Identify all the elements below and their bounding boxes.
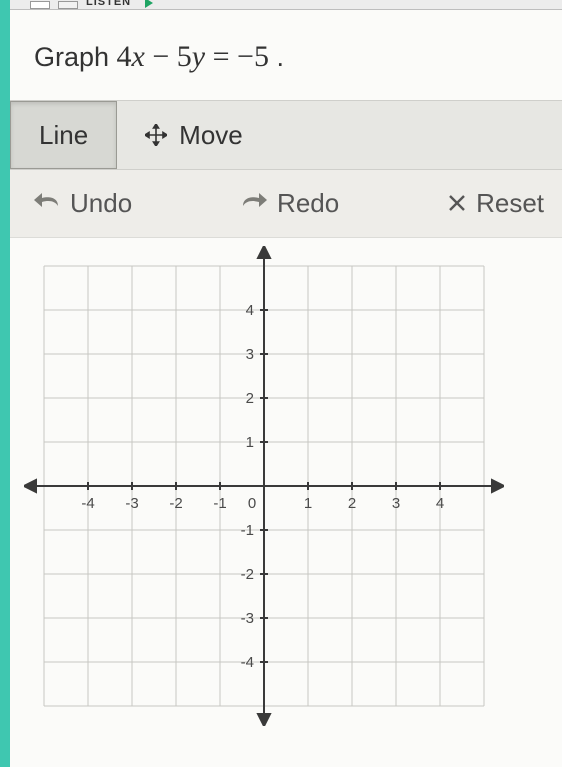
- y-tick-4: 4: [246, 302, 254, 319]
- y-tick--2: -2: [241, 566, 254, 583]
- y-tick-2: 2: [246, 390, 254, 407]
- line-tool-label: Line: [39, 120, 88, 151]
- move-icon: [145, 124, 167, 146]
- coef2: 5: [177, 40, 192, 73]
- equation: 4x − 5y = −5: [117, 40, 269, 73]
- x-tick-2: 2: [348, 495, 356, 512]
- y-tick--3: -3: [241, 610, 254, 627]
- move-tool-label: Move: [179, 120, 243, 151]
- coordinate-plane[interactable]: -4 -3 -2 -1 1 2 3 4 0 1 2 3 4 -1 -2 -3: [10, 238, 562, 728]
- coef1: 4: [117, 40, 132, 73]
- close-icon: [448, 188, 466, 219]
- undo-button[interactable]: Undo: [10, 188, 156, 219]
- undo-icon: [34, 188, 60, 219]
- top-toolbar-fragment: LISTEN: [10, 0, 562, 10]
- redo-button[interactable]: Redo: [217, 188, 363, 219]
- x-tick--4: -4: [81, 495, 94, 512]
- y-tick--1: -1: [241, 522, 254, 539]
- speaker-icon: [58, 1, 78, 9]
- move-tool-button[interactable]: Move: [117, 101, 271, 169]
- drawing-tool-row: Line Move: [10, 100, 562, 170]
- question-prompt: Graph 4x − 5y = −5 .: [10, 10, 562, 100]
- origin-label: 0: [248, 495, 256, 512]
- app-frame: LISTEN Graph 4x − 5y = −5 . Line: [10, 0, 562, 767]
- redo-icon: [241, 188, 267, 219]
- prompt-suffix: .: [269, 42, 284, 72]
- x-tick--2: -2: [169, 495, 182, 512]
- rhs: −5: [237, 40, 269, 73]
- x-tick-4: 4: [436, 495, 444, 512]
- edit-action-row: Undo Redo Reset: [10, 170, 562, 238]
- var-y: y: [192, 40, 205, 73]
- minus: −: [145, 40, 177, 73]
- y-tick--4: -4: [241, 654, 254, 671]
- x-tick-1: 1: [304, 495, 312, 512]
- redo-label: Redo: [277, 188, 339, 219]
- y-tick-1: 1: [246, 434, 254, 451]
- equals: =: [205, 40, 237, 73]
- x-tick-3: 3: [392, 495, 400, 512]
- reset-label: Reset: [476, 188, 544, 219]
- coordinate-grid-svg: -4 -3 -2 -1 1 2 3 4 0 1 2 3 4 -1 -2 -3: [24, 246, 504, 726]
- undo-label: Undo: [70, 188, 132, 219]
- x-tick--3: -3: [125, 495, 138, 512]
- listen-box-icon: [30, 1, 50, 9]
- prompt-prefix: Graph: [34, 42, 117, 72]
- listen-label: LISTEN: [86, 0, 131, 8]
- play-icon: [145, 0, 153, 8]
- y-tick-3: 3: [246, 346, 254, 363]
- var-x: x: [132, 40, 145, 73]
- line-tool-button[interactable]: Line: [10, 101, 117, 169]
- reset-button[interactable]: Reset: [424, 188, 562, 219]
- x-tick--1: -1: [213, 495, 226, 512]
- axes: [24, 246, 504, 726]
